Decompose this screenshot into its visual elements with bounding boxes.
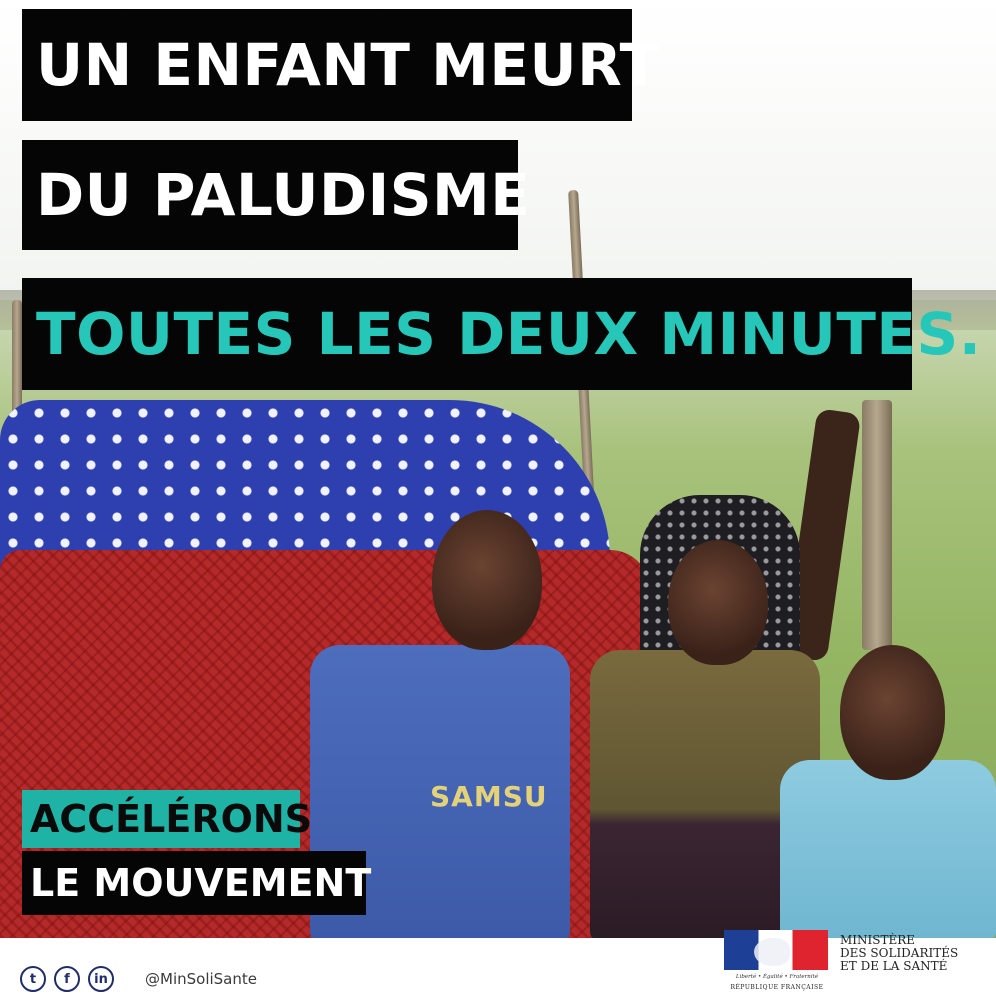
social-links: t f in [20, 966, 114, 992]
shirt-text: SAMSU [430, 780, 548, 813]
social-handle[interactable]: @MinSoliSante [145, 970, 257, 988]
marianne-icon [754, 938, 790, 966]
girl-face [668, 540, 768, 665]
wooden-pole [862, 400, 892, 650]
ministry-name: MINISTÈRE DES SOLIDARITÉS ET DE LA SANTÉ [840, 934, 958, 973]
ministry-line: ET DE LA SANTÉ [840, 959, 948, 973]
slogan-line-1: ACCÉLÉRONS [22, 790, 312, 848]
poster: SAMSU UN ENFANT MEURT DU PALUDISME TOUTE… [0, 0, 996, 1000]
child-light-blue-shirt [780, 760, 996, 940]
gov-motto: Liberté • Égalité • Fraternité [735, 974, 819, 980]
gov-name: RÉPUBLIQUE FRANÇAISE [730, 984, 824, 991]
twitter-icon[interactable]: t [20, 966, 46, 992]
child-face [840, 645, 945, 780]
headline-line-3: TOUTES LES DEUX MINUTES. [22, 278, 981, 390]
headline-line-1: UN ENFANT MEURT [22, 9, 659, 121]
slogan-line-2: LE MOUVEMENT [22, 851, 371, 915]
facebook-icon[interactable]: f [54, 966, 80, 992]
boy-face [432, 510, 542, 650]
republique-francaise-logo: Liberté • Égalité • Fraternité RÉPUBLIQU… [724, 930, 834, 996]
headline-line-2: DU PALUDISME [22, 140, 530, 250]
linkedin-icon[interactable]: in [88, 966, 114, 992]
